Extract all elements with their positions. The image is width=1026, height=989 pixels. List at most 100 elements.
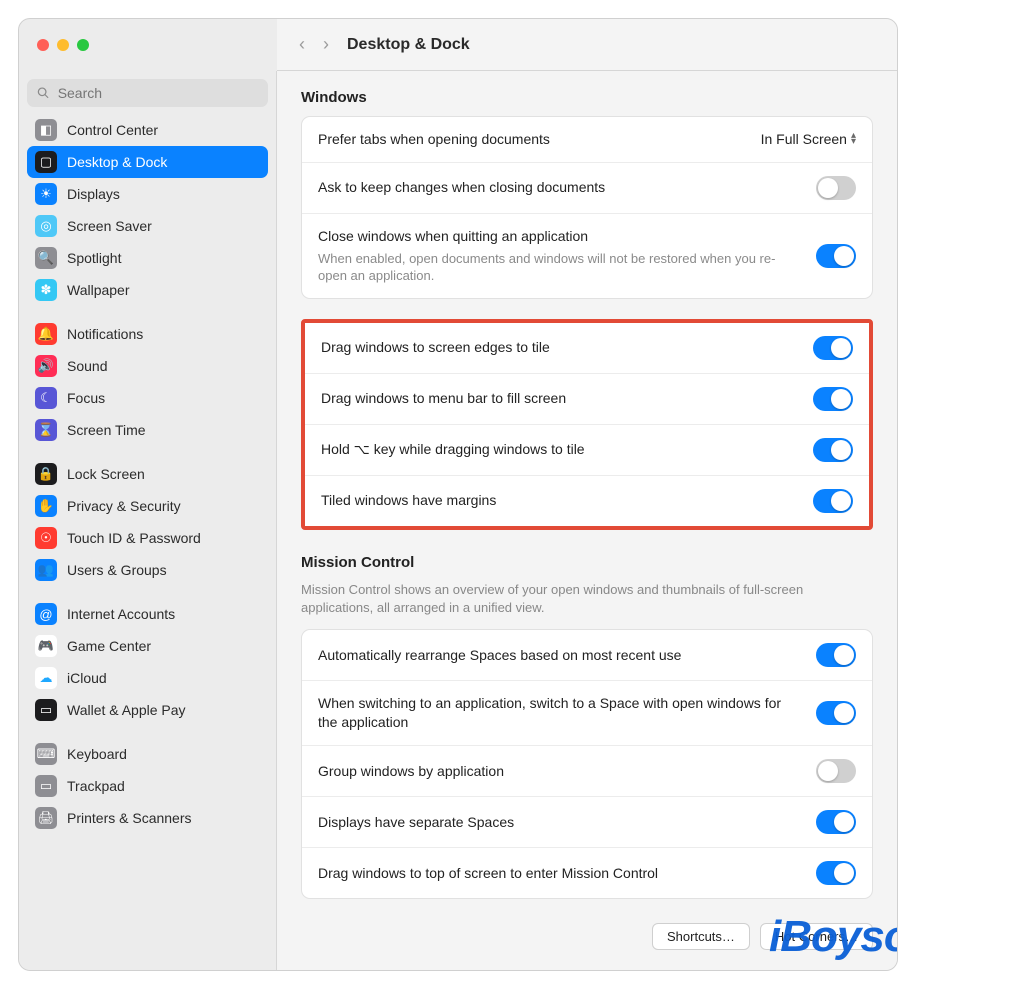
row-drag-edges: Drag windows to screen edges to tile: [305, 323, 869, 373]
windows-panel-1: Prefer tabs when opening documents In Fu…: [301, 116, 873, 299]
toggle-sep-spaces[interactable]: [816, 810, 856, 834]
row-label: Drag windows to top of screen to enter M…: [318, 864, 804, 883]
sidebar-icon: ☀: [35, 183, 57, 205]
sidebar-item-printers-scanners[interactable]: 🖨 Printers & Scanners: [27, 802, 268, 834]
sidebar-item-users-groups[interactable]: 👥 Users & Groups: [27, 554, 268, 586]
sidebar-icon: ▢: [35, 151, 57, 173]
sidebar-icon: ▭: [35, 775, 57, 797]
sidebar-item-label: Internet Accounts: [67, 606, 175, 622]
sidebar-item-label: Users & Groups: [67, 562, 167, 578]
sidebar-item-screen-saver[interactable]: ◎Screen Saver: [27, 210, 268, 242]
sidebar-item-desktop-dock[interactable]: ▢Desktop & Dock: [27, 146, 268, 178]
toggle-hold-opt[interactable]: [813, 438, 853, 462]
toggle-tiled-margins[interactable]: [813, 489, 853, 513]
toggle-drag-top[interactable]: [816, 861, 856, 885]
sidebar-item-keyboard[interactable]: ⌨ Keyboard: [27, 738, 268, 770]
toggle-group-app[interactable]: [816, 759, 856, 783]
toggle-ask-keep[interactable]: [816, 176, 856, 200]
titlebar: ‹ › Desktop & Dock: [19, 19, 897, 71]
sidebar-icon: ◎: [35, 215, 57, 237]
toggle-drag-edges[interactable]: [813, 336, 853, 360]
sidebar-item-wallet-apple-pay[interactable]: ▭ Wallet & Apple Pay: [27, 694, 268, 726]
sidebar-icon: ⌨: [35, 743, 57, 765]
row-drag-menu: Drag windows to menu bar to fill screen: [305, 373, 869, 424]
row-hold-opt: Hold ⌥ key while dragging windows to til…: [305, 424, 869, 475]
content-pane: Windows Prefer tabs when opening documen…: [277, 71, 897, 970]
search-field[interactable]: [27, 79, 268, 107]
row-auto-rearrange: Automatically rearrange Spaces based on …: [302, 630, 872, 680]
row-label: Displays have separate Spaces: [318, 813, 804, 832]
sidebar-item-label: Wallet & Apple Pay: [67, 702, 186, 718]
sidebar-item-lock-screen[interactable]: 🔒 Lock Screen: [27, 458, 268, 490]
row-label: Close windows when quitting an applicati…: [318, 227, 804, 285]
sidebar-item-game-center[interactable]: 🎮Game Center: [27, 630, 268, 662]
row-label: Drag windows to screen edges to tile: [321, 338, 801, 357]
sidebar-item-touch-id-password[interactable]: ☉Touch ID & Password: [27, 522, 268, 554]
row-label: Automatically rearrange Spaces based on …: [318, 646, 804, 665]
close-window-button[interactable]: [37, 39, 49, 51]
sidebar-icon: ◧: [35, 119, 57, 141]
sidebar-item-trackpad[interactable]: ▭ Trackpad: [27, 770, 268, 802]
sidebar-item-internet-accounts[interactable]: @ Internet Accounts: [27, 598, 268, 630]
sidebar-item-label: Printers & Scanners: [67, 810, 192, 826]
toggle-auto-rearrange[interactable]: [816, 643, 856, 667]
sidebar-item-control-center[interactable]: ◧ Control Center: [27, 114, 268, 146]
sidebar-icon: 👥: [35, 559, 57, 581]
row-label: Prefer tabs when opening documents: [318, 130, 749, 149]
forward-button[interactable]: ›: [323, 34, 329, 55]
prefer-tabs-select[interactable]: In Full Screen ▴▾: [761, 131, 856, 147]
page-title: Desktop & Dock: [347, 36, 470, 54]
sidebar-item-spotlight[interactable]: 🔍Spotlight: [27, 242, 268, 274]
toggle-switch-space[interactable]: [816, 701, 856, 725]
section-desc-mission: Mission Control shows an overview of you…: [301, 581, 873, 617]
sidebar-item-label: Touch ID & Password: [67, 530, 201, 546]
sidebar-item-icloud[interactable]: ☁ iCloud: [27, 662, 268, 694]
sidebar-icon: 🔍: [35, 247, 57, 269]
row-tiled-margins: Tiled windows have margins: [305, 475, 869, 526]
toggle-close-quit[interactable]: [816, 244, 856, 268]
zoom-window-button[interactable]: [77, 39, 89, 51]
sidebar-icon: ▭: [35, 699, 57, 721]
sidebar-item-label: Privacy & Security: [67, 498, 181, 514]
sidebar-icon: ☁: [35, 667, 57, 689]
sidebar-item-label: Control Center: [67, 122, 158, 138]
section-title-windows: Windows: [301, 89, 873, 106]
row-prefer-tabs[interactable]: Prefer tabs when opening documents In Fu…: [302, 117, 872, 162]
row-label: Hold ⌥ key while dragging windows to til…: [321, 440, 801, 459]
sidebar-item-screen-time[interactable]: ⌛Screen Time: [27, 414, 268, 446]
sidebar-item-label: Trackpad: [67, 778, 125, 794]
sidebar-item-notifications[interactable]: 🔔Notifications: [27, 318, 268, 350]
sidebar-icon: @: [35, 603, 57, 625]
hot-corners-button[interactable]: Hot Corners…: [760, 923, 873, 950]
sidebar-item-focus[interactable]: ☾Focus: [27, 382, 268, 414]
sidebar-item-privacy-security[interactable]: ✋Privacy & Security: [27, 490, 268, 522]
back-button[interactable]: ‹: [299, 34, 305, 55]
search-icon: [37, 86, 50, 100]
main-header: ‹ › Desktop & Dock: [277, 19, 897, 71]
sidebar-item-wallpaper[interactable]: ✽Wallpaper: [27, 274, 268, 306]
sidebar-item-label: Lock Screen: [67, 466, 145, 482]
footer-buttons: Shortcuts… Hot Corners…: [301, 923, 873, 950]
row-subtext: When enabled, open documents and windows…: [318, 250, 804, 285]
sidebar-icon: ✽: [35, 279, 57, 301]
sidebar-icon: 🔒: [35, 463, 57, 485]
minimize-window-button[interactable]: [57, 39, 69, 51]
sidebar-item-label: iCloud: [67, 670, 107, 686]
sidebar-item-label: Sound: [67, 358, 107, 374]
sidebar-icon: ⌛: [35, 419, 57, 441]
row-sep-spaces: Displays have separate Spaces: [302, 796, 872, 847]
sidebar-item-sound[interactable]: 🔊Sound: [27, 350, 268, 382]
row-ask-keep: Ask to keep changes when closing documen…: [302, 162, 872, 213]
row-label: When switching to an application, switch…: [318, 694, 804, 732]
sidebar-item-displays[interactable]: ☀Displays: [27, 178, 268, 210]
sidebar-icon: 🔔: [35, 323, 57, 345]
sidebar-icon: 🖨: [35, 807, 57, 829]
sidebar-icon: ☾: [35, 387, 57, 409]
toggle-drag-menu[interactable]: [813, 387, 853, 411]
sidebar: ◧Control Center▢Desktop & Dock☀Displays◎…: [19, 71, 277, 970]
shortcuts-button[interactable]: Shortcuts…: [652, 923, 750, 950]
sidebar-icon: 🎮: [35, 635, 57, 657]
sidebar-item-label: Keyboard: [67, 746, 127, 762]
search-input[interactable]: [58, 85, 258, 101]
select-value: In Full Screen: [761, 131, 847, 147]
